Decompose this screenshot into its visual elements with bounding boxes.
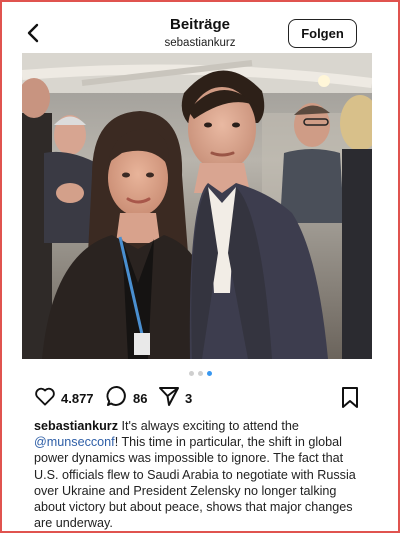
likes-count[interactable]: 4.877	[61, 391, 94, 406]
post-header: Beiträge sebastiankurz Folgen	[0, 0, 400, 52]
follow-button[interactable]: Folgen	[288, 19, 357, 48]
chevron-left-icon[interactable]	[24, 22, 44, 44]
header-title-block: Beiträge sebastiankurz	[120, 16, 280, 51]
page-title: Beiträge	[169, 16, 231, 33]
bookmark-icon[interactable]	[340, 386, 360, 410]
caption-lead: It's always exciting to attend the	[118, 419, 299, 433]
carousel-dot-active	[206, 371, 212, 376]
share-button[interactable]: 3	[158, 386, 192, 410]
post-photo[interactable]	[22, 53, 372, 359]
caption-mention-link[interactable]: @munsecconf	[34, 435, 115, 449]
comment-button[interactable]: 86	[106, 385, 147, 412]
carousel-indicator	[0, 371, 400, 377]
post-actions: 4.877 86 3	[34, 385, 364, 412]
comment-bubble-icon	[106, 385, 128, 412]
paper-plane-icon	[158, 385, 180, 412]
caption-body: ! This time in particular, the shift in …	[34, 435, 356, 531]
post-caption: sebastiankurz It's always exciting to at…	[34, 418, 369, 531]
like-button[interactable]: 4.877	[34, 386, 94, 410]
header-username[interactable]: sebastiankurz	[120, 36, 280, 51]
carousel-dot	[188, 371, 194, 376]
caption-username[interactable]: sebastiankurz	[34, 419, 118, 433]
shares-count[interactable]: 3	[185, 391, 192, 406]
comments-count[interactable]: 86	[133, 391, 147, 406]
carousel-dot	[197, 371, 203, 376]
heart-icon	[34, 386, 56, 411]
